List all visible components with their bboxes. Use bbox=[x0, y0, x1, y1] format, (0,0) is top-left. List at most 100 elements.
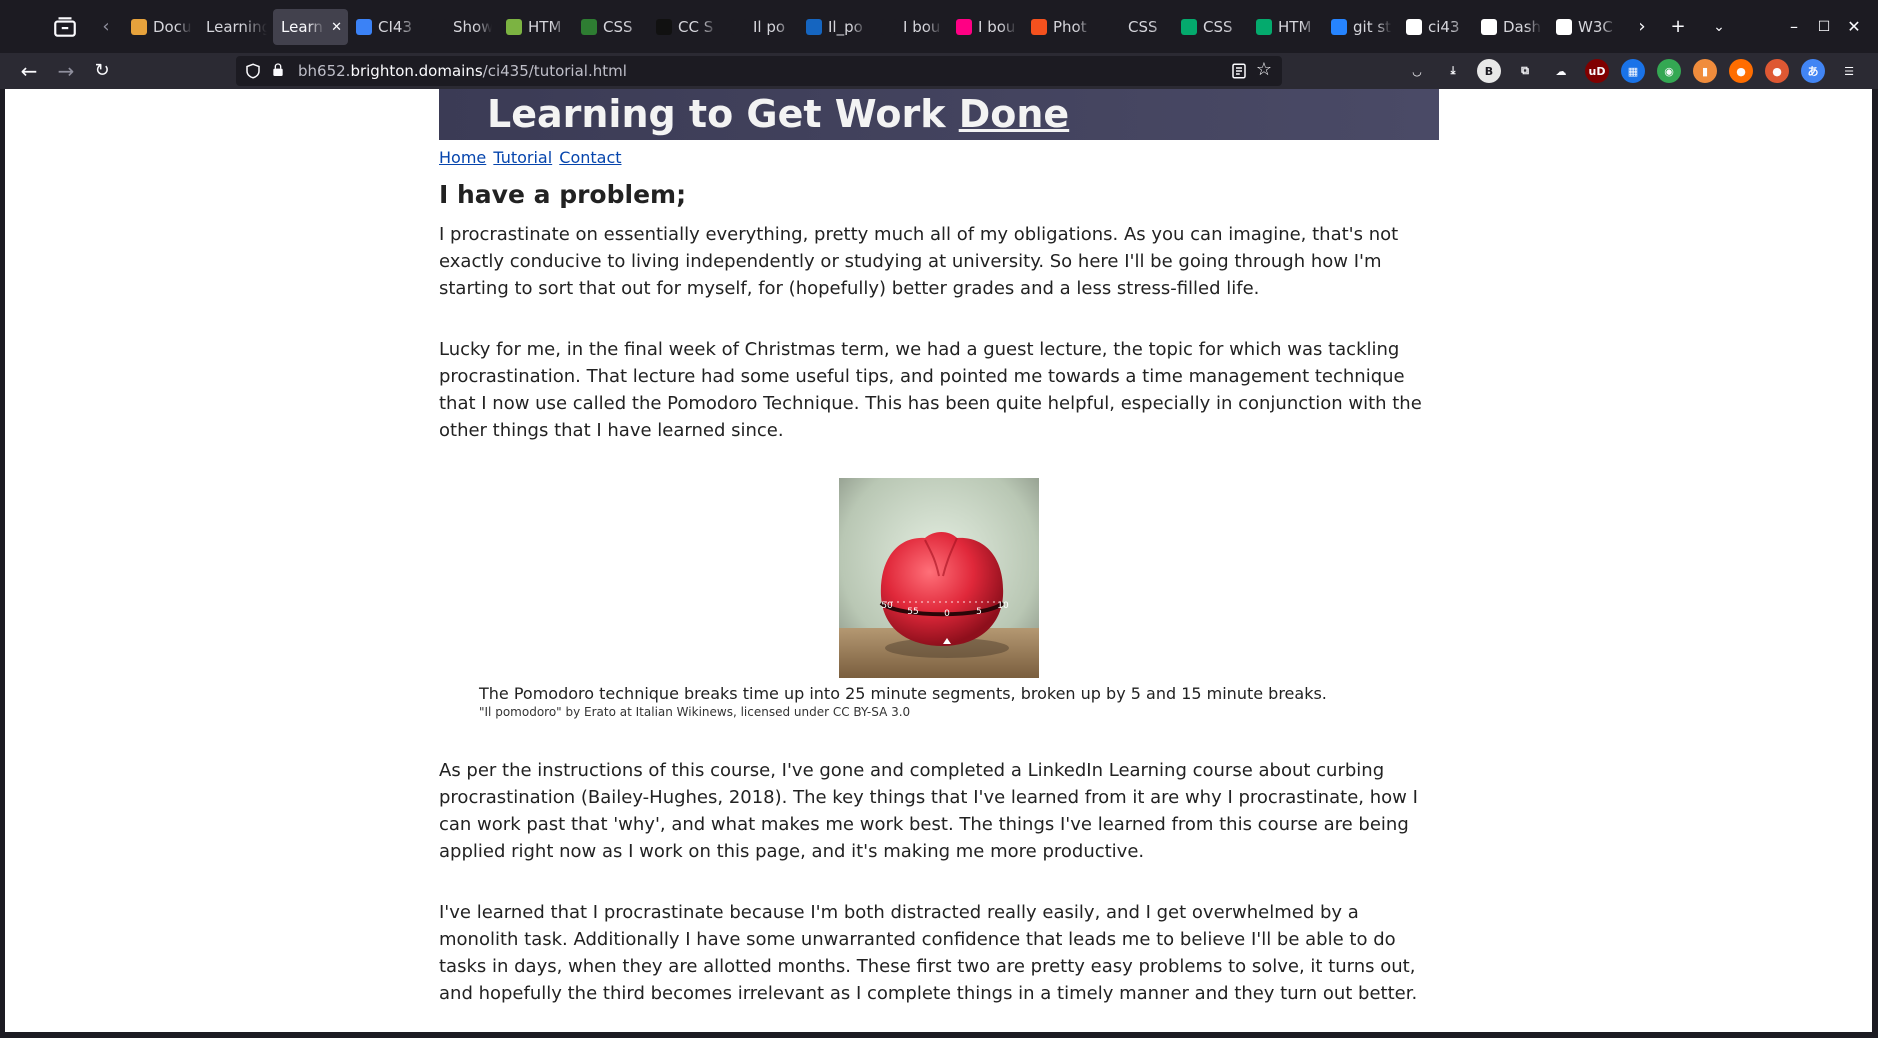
nav-link-contact[interactable]: Contact bbox=[559, 148, 621, 167]
glasses-icon bbox=[581, 19, 597, 35]
cc-icon bbox=[656, 19, 672, 35]
list-all-tabs-icon[interactable]: ⌄ bbox=[1706, 14, 1732, 40]
timer-number: 10 bbox=[997, 601, 1009, 611]
tab[interactable]: CSS bbox=[573, 9, 648, 45]
tab[interactable]: CSS bbox=[1173, 9, 1248, 45]
reload-icon[interactable]: ↻ bbox=[89, 58, 115, 84]
nav-link-home[interactable]: Home bbox=[439, 148, 486, 167]
reader-view-icon[interactable] bbox=[1230, 62, 1248, 80]
fox-extension-icon[interactable]: ● bbox=[1729, 59, 1753, 83]
tab[interactable]: Docu bbox=[123, 9, 198, 45]
menu-icon[interactable]: ☰ bbox=[1837, 59, 1861, 83]
close-tab-icon[interactable]: ✕ bbox=[331, 20, 342, 35]
minimize-icon[interactable]: – bbox=[1781, 14, 1807, 40]
tab[interactable]: I bou bbox=[948, 9, 1023, 45]
grid-icon bbox=[731, 19, 747, 35]
figure-caption: The Pomodoro technique breaks time up in… bbox=[439, 684, 1439, 719]
timer-number: 55 bbox=[907, 607, 918, 617]
tab[interactable]: Phot bbox=[1023, 9, 1098, 45]
section-heading: I have a problem; bbox=[439, 180, 687, 209]
bookmark-star-icon[interactable]: ☆ bbox=[1254, 60, 1274, 80]
tab-title: Docu bbox=[153, 18, 192, 36]
paragraph-reasons: I've learned that I procrastinate becaus… bbox=[439, 902, 1418, 1004]
close-window-icon[interactable]: ✕ bbox=[1841, 14, 1867, 40]
tab[interactable]: ci43 bbox=[1398, 9, 1473, 45]
tab-title: Learning bbox=[206, 18, 267, 36]
tab-title: Dash bbox=[1503, 18, 1542, 36]
site-title-text: Learning to Get Work bbox=[487, 92, 946, 136]
atlassian-icon bbox=[1331, 19, 1347, 35]
site-title-done-link[interactable]: Done bbox=[959, 92, 1069, 136]
w-icon bbox=[1256, 19, 1272, 35]
tab[interactable]: Il po bbox=[723, 9, 798, 45]
tabs-scroll-right-icon[interactable]: › bbox=[1632, 16, 1652, 38]
site-nav: Home Tutorial Contact bbox=[439, 148, 1439, 167]
tab-title: Show bbox=[453, 18, 492, 36]
tab[interactable]: HTM bbox=[1248, 9, 1323, 45]
nu-icon bbox=[431, 19, 447, 35]
extensions-icon[interactable]: ⧉ bbox=[1513, 59, 1537, 83]
navigation-toolbar: ← → ↻ bh652.brighton.domains/ci435/tutor… bbox=[0, 53, 1878, 89]
back-icon[interactable]: ← bbox=[16, 58, 42, 84]
lock-icon[interactable] bbox=[270, 62, 286, 80]
url-text[interactable]: bh652.brighton.domains/ci435/tutorial.ht… bbox=[298, 62, 627, 80]
forward-icon[interactable]: → bbox=[53, 58, 79, 84]
download-icon[interactable]: ⤓ bbox=[1441, 59, 1465, 83]
question-icon bbox=[506, 19, 522, 35]
flickr-icon bbox=[956, 19, 972, 35]
tab[interactable]: CC S bbox=[648, 9, 723, 45]
tab-title: I bou bbox=[978, 18, 1016, 36]
toolbar-extension-icons: ◡ ⤓ B ⧉ ☁ uD ▦ ◉ ▮ ● ● あ ☰ bbox=[1405, 59, 1861, 83]
new-tab-icon[interactable]: + bbox=[1665, 14, 1691, 40]
timer-number: 50 bbox=[881, 601, 893, 611]
duck-extension-icon[interactable]: ● bbox=[1765, 59, 1789, 83]
tab[interactable]: Show bbox=[423, 9, 498, 45]
page-content: Learning to Get Work Done Home Tutorial … bbox=[439, 89, 1439, 1007]
tab-title: HTM bbox=[1278, 18, 1312, 36]
page-viewport: Learning to Get Work Done Home Tutorial … bbox=[5, 89, 1872, 1032]
tab[interactable]: HTM bbox=[498, 9, 573, 45]
tab-title: Learn bbox=[281, 18, 323, 36]
ublock-icon[interactable]: uD bbox=[1585, 59, 1609, 83]
nav-link-tutorial[interactable]: Tutorial bbox=[493, 148, 552, 167]
trash-extension-icon[interactable]: ▮ bbox=[1693, 59, 1717, 83]
pomodoro-timer-image: 50 55 0 5 10 bbox=[839, 478, 1039, 678]
tab[interactable]: git st bbox=[1323, 9, 1398, 45]
paragraph-intro: I procrastinate on essentially everythin… bbox=[439, 224, 1399, 299]
tabs-scroll-left-icon[interactable]: ‹ bbox=[96, 16, 116, 38]
wordpress-icon bbox=[1481, 19, 1497, 35]
tab[interactable]: Dash bbox=[1473, 9, 1548, 45]
tab[interactable]: CI43 bbox=[348, 9, 423, 45]
tab[interactable]: CSS bbox=[1098, 9, 1173, 45]
w-icon bbox=[1181, 19, 1197, 35]
maximize-icon[interactable]: ☐ bbox=[1811, 14, 1837, 40]
tab-title: HTM bbox=[528, 18, 562, 36]
tab-title: git st bbox=[1353, 18, 1392, 36]
paragraph-linkedin-course: As per the instructions of this course, … bbox=[439, 760, 1418, 862]
tab[interactable]: W3C bbox=[1548, 9, 1623, 45]
globe-extension-icon[interactable]: ◉ bbox=[1657, 59, 1681, 83]
tracking-protection-shield-icon[interactable] bbox=[244, 62, 262, 80]
tab-title: CC S bbox=[678, 18, 714, 36]
tab-title: W3C bbox=[1578, 18, 1613, 36]
tab-title: CSS bbox=[1128, 18, 1158, 36]
cloud-icon[interactable]: ☁ bbox=[1549, 59, 1573, 83]
tab[interactable]: I bou bbox=[873, 9, 948, 45]
pomodoro-figure: 50 55 0 5 10 The Pomodoro technique breaks t… bbox=[439, 478, 1439, 719]
tab-title: CI43 bbox=[378, 18, 412, 36]
tab-strip: ‹ Docu Learning Learn ✕ CI43 Show HTM CSS CC S Il… bbox=[0, 0, 1878, 53]
firefox-view-icon[interactable] bbox=[52, 14, 78, 40]
tab[interactable]: Il_po bbox=[798, 9, 873, 45]
grid-extension-icon[interactable]: ▦ bbox=[1621, 59, 1645, 83]
pocket-icon[interactable]: ◡ bbox=[1405, 59, 1429, 83]
tab-title: I bou bbox=[903, 18, 941, 36]
url-bar[interactable]: bh652.brighton.domains/ci435/tutorial.ht… bbox=[236, 56, 1282, 86]
tab[interactable]: Learn ✕ bbox=[273, 9, 348, 45]
tab-title: Phot bbox=[1053, 18, 1087, 36]
m-icon bbox=[1106, 19, 1122, 35]
b-extension-icon[interactable]: B bbox=[1477, 59, 1501, 83]
bookmark-icon bbox=[356, 19, 372, 35]
figure-credit: "Il pomodoro" by Erato at Italian Wikine… bbox=[479, 705, 911, 719]
translate-extension-icon[interactable]: あ bbox=[1801, 59, 1825, 83]
tab[interactable]: Learning bbox=[198, 9, 273, 45]
